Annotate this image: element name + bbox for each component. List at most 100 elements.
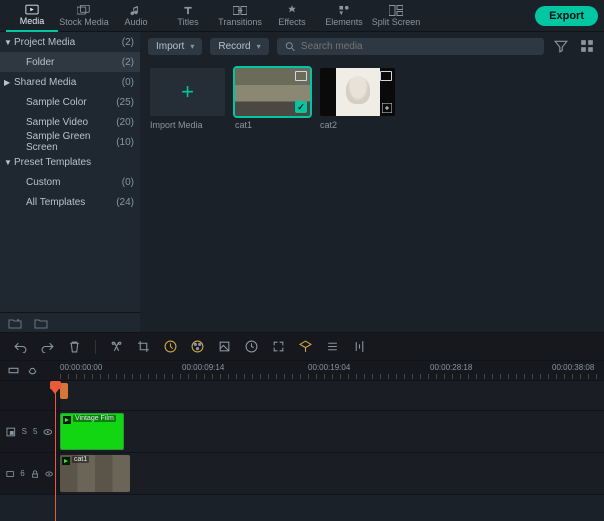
playhead[interactable] bbox=[55, 381, 56, 521]
duration-icon[interactable] bbox=[245, 340, 258, 353]
top-tab-bar: Media Stock Media Audio Titles Transitio… bbox=[0, 0, 604, 32]
track-number: 5 bbox=[33, 427, 37, 436]
color-icon[interactable] bbox=[191, 340, 204, 353]
chevron-down-icon: ▼ bbox=[4, 38, 12, 47]
search-input[interactable] bbox=[301, 41, 536, 52]
track-body[interactable]: cat1 bbox=[60, 453, 604, 494]
timeline-tracks: S 5 Vintage Film 6 bbox=[0, 381, 604, 495]
ruler-time: 00:00:38:08 bbox=[552, 363, 594, 372]
sidebar-item-sample-color[interactable]: Sample Color(25) bbox=[0, 92, 140, 112]
play-icon bbox=[62, 457, 70, 465]
sidebar-item-folder[interactable]: Folder(2) bbox=[0, 52, 140, 72]
record-dropdown[interactable]: Record▾ bbox=[210, 38, 268, 55]
clip-label: cat1 bbox=[72, 456, 89, 463]
media-tile-cat2[interactable]: cat2 bbox=[320, 68, 395, 130]
timeline-ruler[interactable]: 00:00:00:00 00:00:09:14 00:00:19:04 00:0… bbox=[60, 361, 604, 381]
audio-icon bbox=[129, 5, 143, 16]
tab-stock-media[interactable]: Stock Media bbox=[58, 0, 110, 32]
lock-icon[interactable] bbox=[31, 469, 39, 479]
export-button[interactable]: Export bbox=[535, 6, 598, 26]
delete-icon[interactable] bbox=[68, 340, 81, 353]
clip-label: Vintage Film bbox=[73, 415, 116, 422]
tab-titles-label: Titles bbox=[177, 17, 198, 27]
fullscreen-icon[interactable] bbox=[272, 340, 285, 353]
elements-icon bbox=[337, 5, 351, 16]
media-grid: + Import Media cat1 cat2 bbox=[140, 60, 604, 138]
split-screen-icon bbox=[389, 5, 403, 16]
tab-audio-label: Audio bbox=[124, 17, 147, 27]
sidebar-count: (25) bbox=[116, 97, 134, 108]
sidebar-label: Sample Green Screen bbox=[26, 131, 116, 153]
clip-thumbnails bbox=[60, 455, 130, 492]
timeline-track-overlay: S 5 Vintage Film bbox=[0, 411, 604, 453]
pip-icon bbox=[6, 427, 16, 437]
sidebar-count: (2) bbox=[122, 57, 134, 68]
link-icon[interactable] bbox=[27, 365, 38, 376]
tab-audio[interactable]: Audio bbox=[110, 0, 162, 32]
folder-icon[interactable] bbox=[34, 317, 48, 329]
chevron-right-icon: ▶ bbox=[4, 78, 10, 87]
video-badge-icon bbox=[295, 71, 307, 81]
shrink-icon[interactable] bbox=[8, 365, 19, 376]
sidebar-label: Shared Media bbox=[14, 77, 76, 88]
speed-icon[interactable] bbox=[164, 340, 177, 353]
grid-view-button[interactable] bbox=[578, 37, 596, 55]
marker-icon[interactable] bbox=[299, 340, 312, 353]
sidebar-label: All Templates bbox=[26, 197, 85, 208]
tab-media-label: Media bbox=[20, 16, 45, 26]
ruler-time: 00:00:28:18 bbox=[430, 363, 472, 372]
track-header[interactable]: 6 bbox=[0, 453, 60, 494]
tab-split-label: Split Screen bbox=[372, 17, 421, 27]
import-media-label: Import Media bbox=[150, 120, 225, 130]
tab-elements[interactable]: Elements bbox=[318, 0, 370, 32]
tab-effects[interactable]: Effects bbox=[266, 0, 318, 32]
import-media-tile[interactable]: + Import Media bbox=[150, 68, 225, 130]
track-body[interactable] bbox=[60, 381, 604, 410]
tab-transitions[interactable]: Transitions bbox=[214, 0, 266, 32]
import-dropdown[interactable]: Import▾ bbox=[148, 38, 202, 55]
filter-icon bbox=[554, 39, 568, 53]
split-icon[interactable] bbox=[110, 340, 123, 353]
redo-icon[interactable] bbox=[41, 340, 54, 353]
sidebar-item-sample-video[interactable]: Sample Video(20) bbox=[0, 112, 140, 132]
tab-media[interactable]: Media bbox=[6, 0, 58, 32]
sidebar: ▼Project Media(2) Folder(2) ▶ Shared Medi… bbox=[0, 32, 140, 332]
green-screen-icon[interactable] bbox=[218, 340, 231, 353]
media-tile-label: cat2 bbox=[320, 120, 395, 130]
tab-stock-label: Stock Media bbox=[59, 17, 109, 27]
crop-icon[interactable] bbox=[137, 340, 150, 353]
audio-mix-icon[interactable] bbox=[353, 340, 366, 353]
tab-titles[interactable]: Titles bbox=[162, 0, 214, 32]
titles-icon bbox=[181, 5, 195, 16]
track-header[interactable]: S 5 bbox=[0, 411, 60, 452]
add-to-timeline-icon[interactable] bbox=[382, 103, 392, 113]
clip-green-screen[interactable]: Vintage Film bbox=[60, 413, 124, 450]
eye-icon[interactable] bbox=[45, 469, 53, 479]
clip-video[interactable]: cat1 bbox=[60, 455, 130, 492]
sidebar-item-all-templates[interactable]: All Templates(24) bbox=[0, 192, 140, 212]
ruler-ticks bbox=[60, 374, 604, 379]
track-body[interactable]: Vintage Film bbox=[60, 411, 604, 452]
sidebar-item-shared-media[interactable]: ▶Shared Media(0) bbox=[0, 72, 140, 92]
timeline-section: 00:00:00:00 00:00:09:14 00:00:19:04 00:0… bbox=[0, 332, 604, 495]
marker-pin[interactable] bbox=[60, 383, 68, 399]
import-media-box: + bbox=[150, 68, 225, 116]
new-folder-icon[interactable] bbox=[8, 317, 22, 329]
main-area: ▼Project Media(2) Folder(2) ▶ Shared Medi… bbox=[0, 32, 604, 332]
sidebar-item-project-media[interactable]: ▼Project Media(2) bbox=[0, 32, 140, 52]
thumbnail-image bbox=[336, 68, 380, 116]
track-options-icon[interactable] bbox=[326, 340, 339, 353]
eye-icon[interactable] bbox=[43, 427, 53, 437]
search-box[interactable] bbox=[277, 38, 544, 55]
tab-split-screen[interactable]: Split Screen bbox=[370, 0, 422, 32]
undo-icon[interactable] bbox=[14, 340, 27, 353]
sidebar-item-sample-green[interactable]: Sample Green Screen(10) bbox=[0, 132, 140, 152]
sidebar-item-preset-templates[interactable]: ▼Preset Templates bbox=[0, 152, 140, 172]
checkmark-icon bbox=[295, 101, 307, 113]
sidebar-count: (2) bbox=[122, 37, 134, 48]
media-tile-cat1[interactable]: cat1 bbox=[235, 68, 310, 130]
sidebar-count: (0) bbox=[122, 177, 134, 188]
filter-button[interactable] bbox=[552, 37, 570, 55]
sidebar-item-custom[interactable]: Custom(0) bbox=[0, 172, 140, 192]
search-icon bbox=[285, 41, 295, 52]
